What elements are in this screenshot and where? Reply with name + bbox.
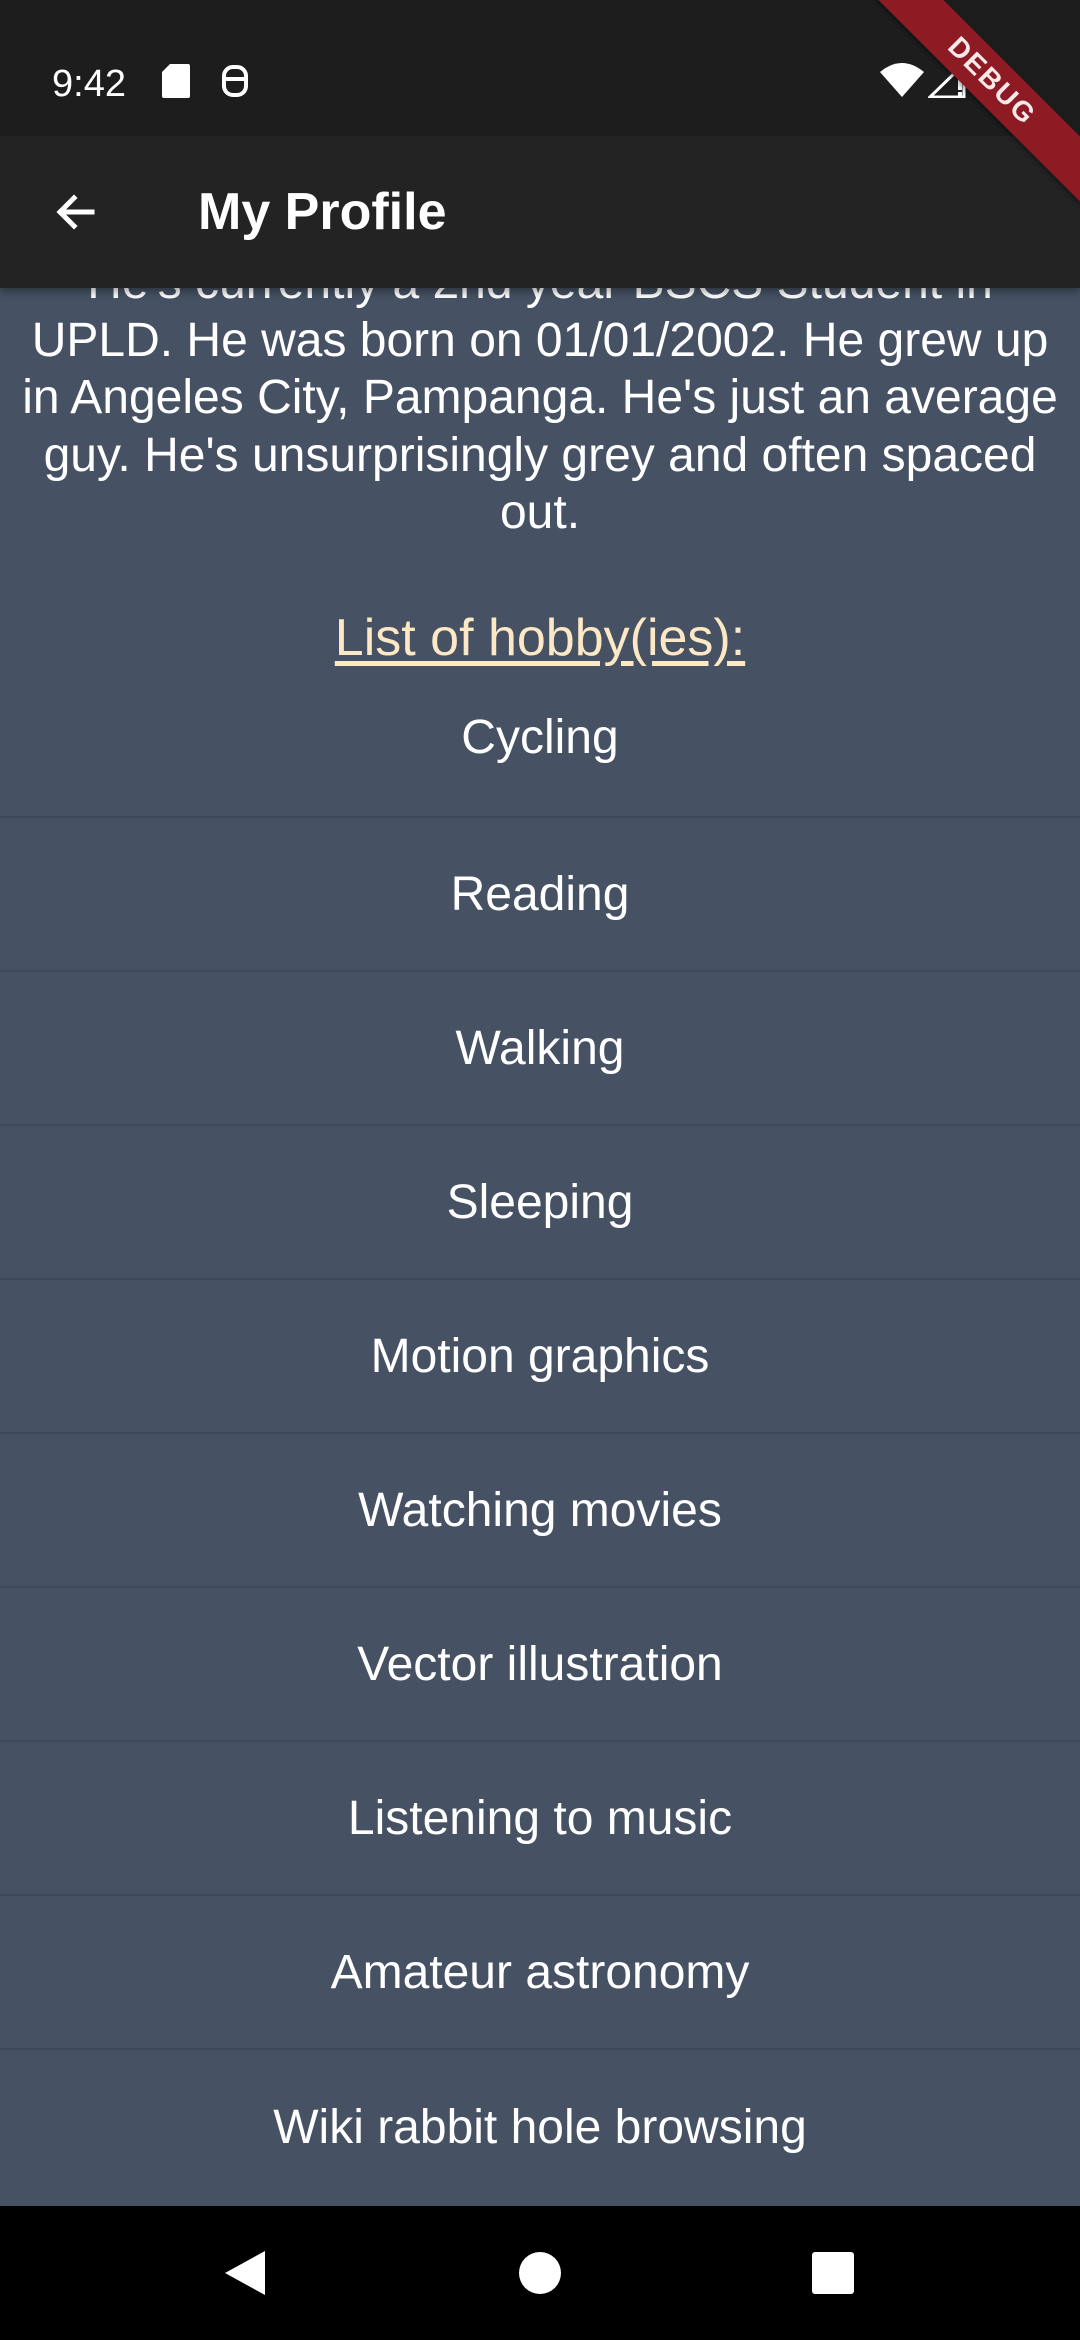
circle-home-icon	[519, 2252, 561, 2294]
profile-content[interactable]: He's currently a 2nd year BSCS Student i…	[0, 288, 1080, 2206]
list-item[interactable]: Amateur astronomy	[0, 1896, 1080, 2050]
list-item[interactable]: Walking	[0, 972, 1080, 1126]
list-item[interactable]: Watching movies	[0, 1434, 1080, 1588]
app-screen: 9:42 DEBUG My Profile He's currently a 2…	[0, 0, 1080, 2340]
nav-home-button[interactable]	[507, 2240, 573, 2306]
back-button[interactable]	[28, 170, 124, 254]
triangle-back-icon	[225, 2251, 265, 2295]
app-bar: My Profile	[0, 136, 1080, 288]
nav-recents-button[interactable]	[800, 2240, 866, 2306]
notification-app-icon	[220, 64, 250, 103]
battery-icon	[982, 60, 1004, 105]
nav-back-button[interactable]	[212, 2240, 278, 2306]
cell-signal-icon	[926, 60, 968, 103]
list-item[interactable]: Wiki rabbit hole browsing	[0, 2050, 1080, 2204]
list-item[interactable]: Listening to music	[0, 1742, 1080, 1896]
list-item[interactable]: Motion graphics	[0, 1280, 1080, 1434]
list-item[interactable]: Reading	[0, 818, 1080, 972]
page-title: My Profile	[198, 183, 447, 241]
list-item[interactable]: Cycling	[0, 658, 1080, 818]
arrow-back-icon	[56, 194, 95, 230]
status-bar: 9:42	[0, 0, 1080, 136]
wifi-icon	[880, 62, 924, 103]
status-time: 9:42	[52, 63, 126, 105]
hobby-list: Cycling Reading Walking Sleeping Motion …	[0, 658, 1080, 2204]
profile-bio: He's currently a 2nd year BSCS Student i…	[22, 288, 1058, 539]
system-navigation-bar	[0, 2206, 1080, 2340]
list-item[interactable]: Vector illustration	[0, 1588, 1080, 1742]
square-recents-icon	[812, 2252, 854, 2294]
list-item[interactable]: Sleeping	[0, 1126, 1080, 1280]
sd-card-icon	[162, 64, 190, 103]
